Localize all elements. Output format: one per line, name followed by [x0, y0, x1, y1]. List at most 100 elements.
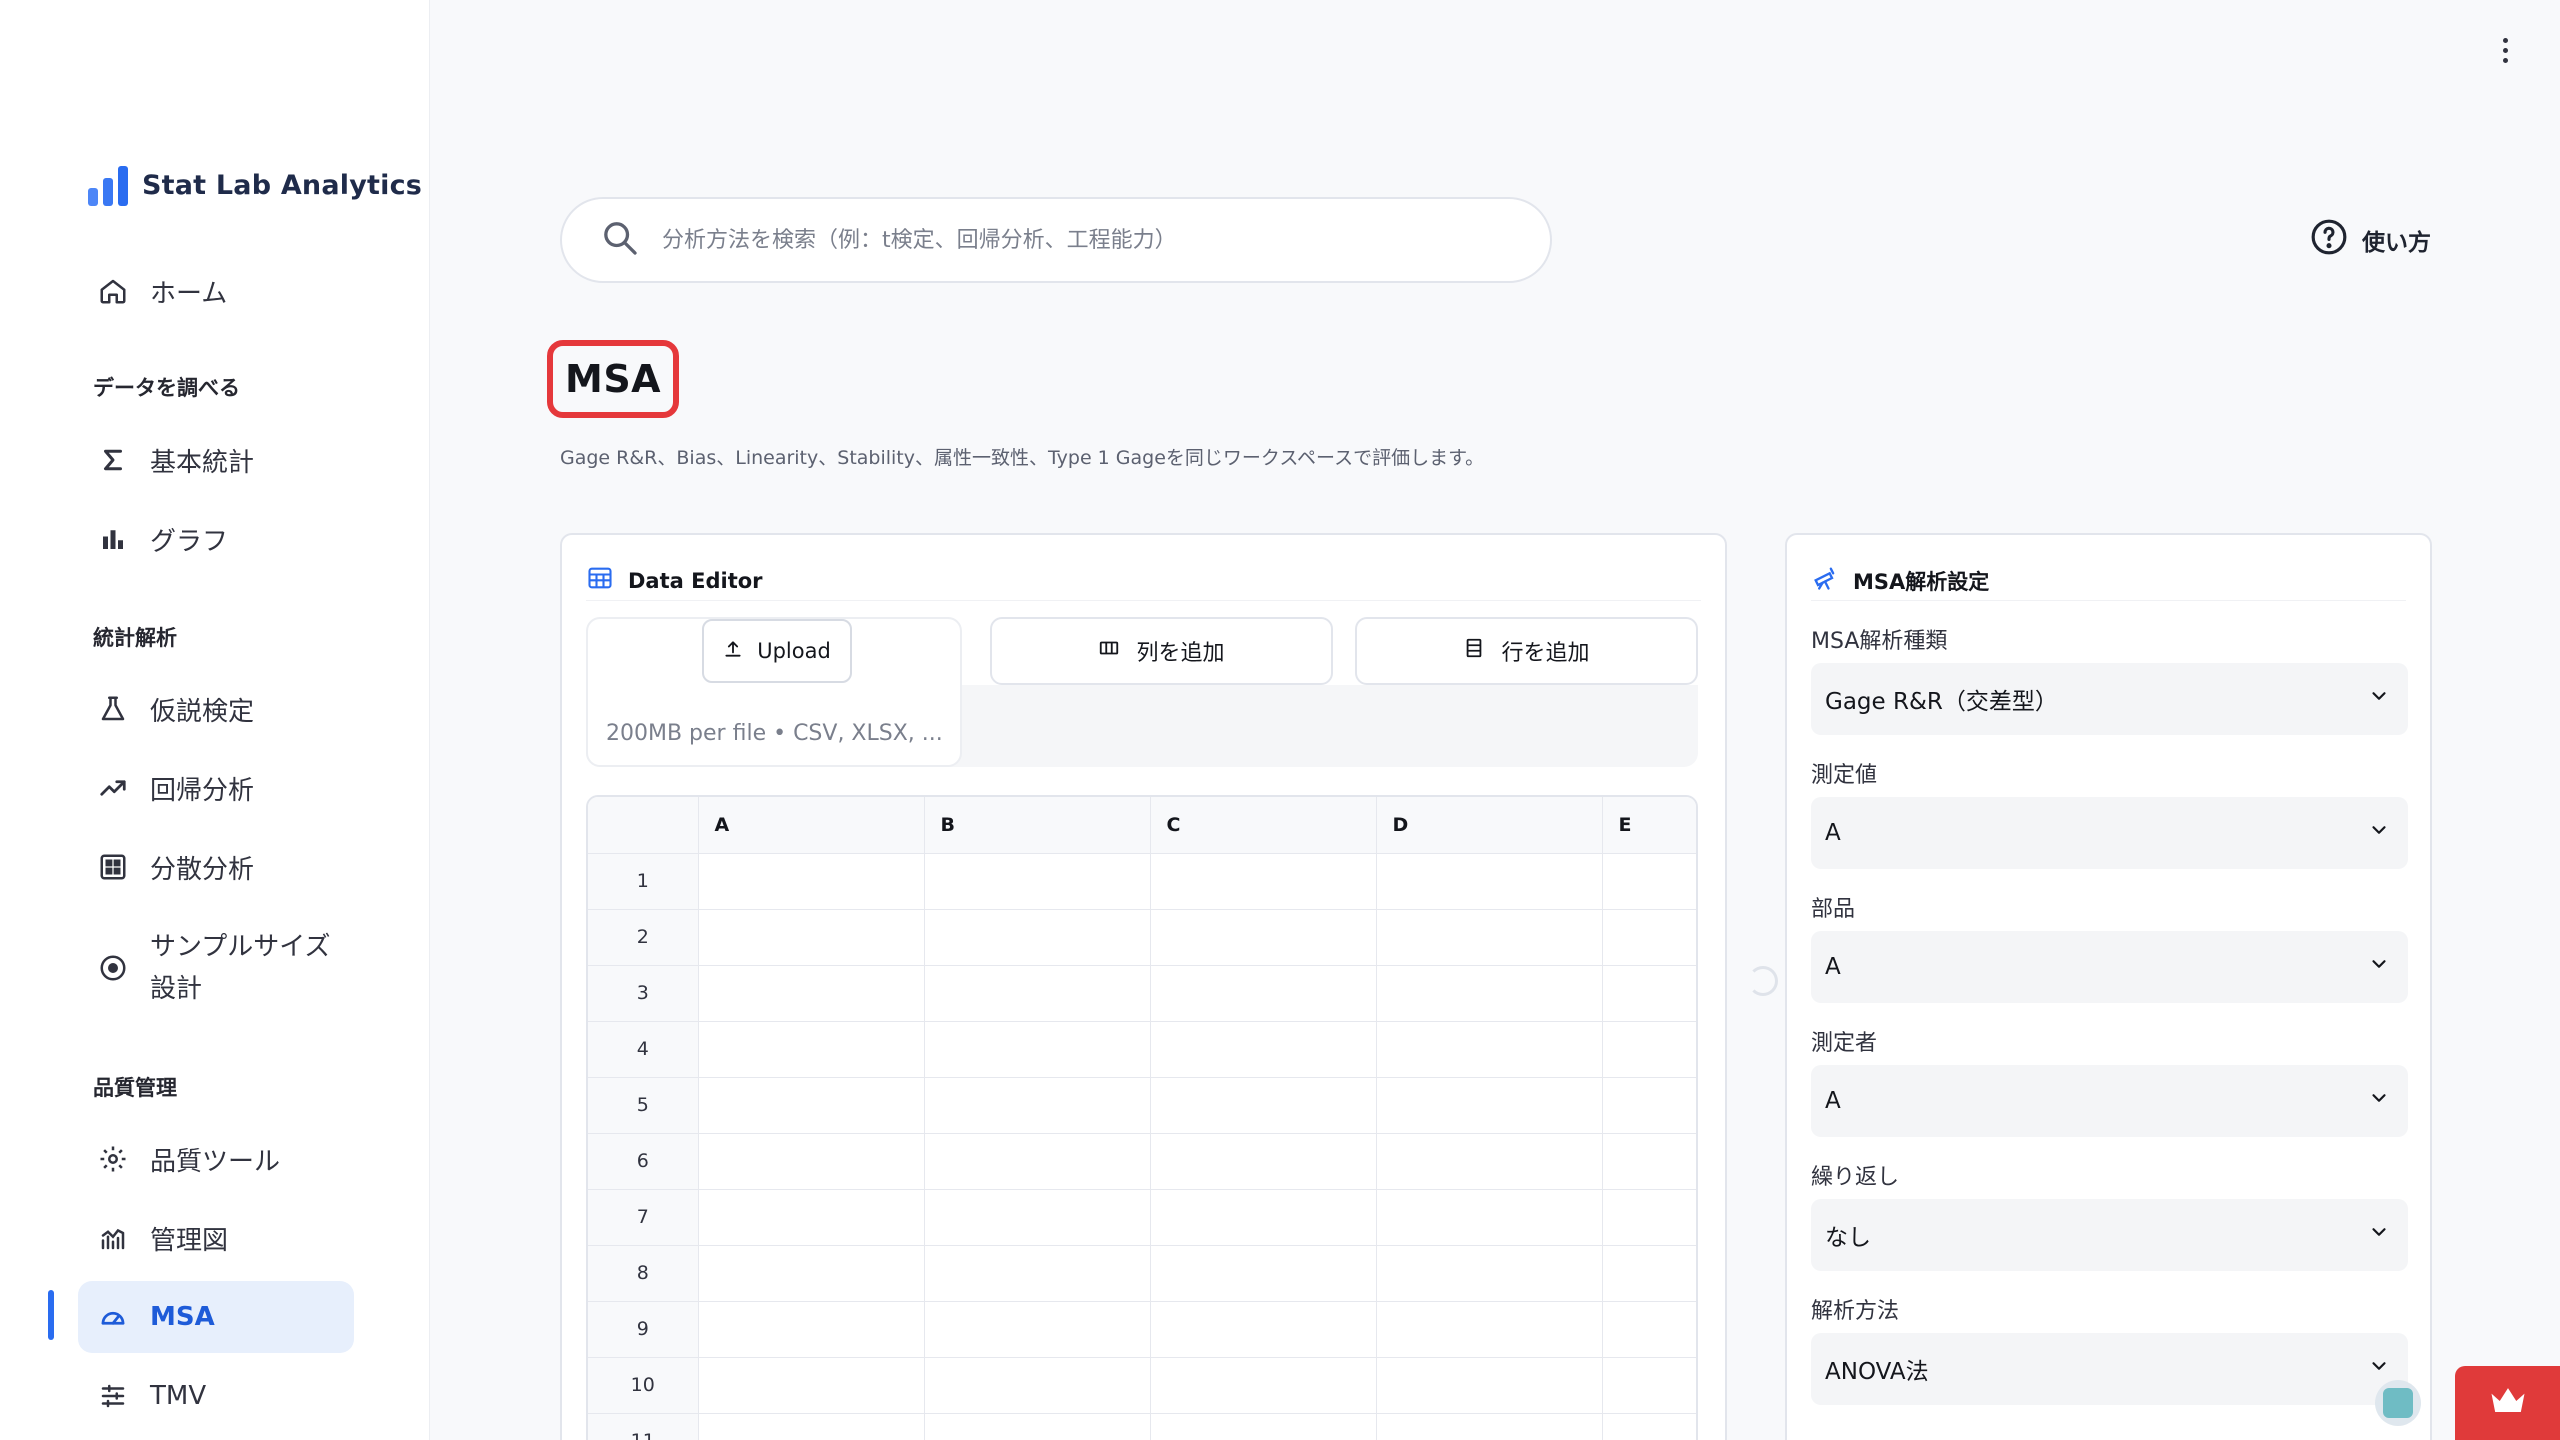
column-header[interactable]: D — [1376, 797, 1603, 854]
table-cell[interactable] — [924, 1301, 1151, 1358]
assistant-avatar-icon[interactable] — [2375, 1380, 2421, 1426]
grid-corner[interactable] — [588, 797, 699, 854]
table-cell[interactable] — [698, 1413, 925, 1440]
table-cell[interactable] — [1602, 1133, 1696, 1190]
table-cell[interactable] — [698, 1077, 925, 1134]
data-grid[interactable]: A B C D E 1234567891011 — [586, 795, 1698, 1440]
sidebar-item-control-chart[interactable]: 管理図 — [78, 1202, 354, 1274]
table-cell[interactable] — [1376, 1301, 1603, 1358]
sidebar-item-tmv[interactable]: TMV — [78, 1360, 354, 1432]
table-cell[interactable] — [1376, 1413, 1603, 1440]
table-cell[interactable] — [698, 853, 925, 910]
table-cell[interactable] — [924, 1245, 1151, 1302]
table-cell[interactable] — [1376, 909, 1603, 966]
brand[interactable]: Stat Lab Analytics — [88, 164, 422, 206]
table-cell[interactable] — [924, 853, 1151, 910]
sidebar-item-basic-stats[interactable]: 基本統計 — [78, 424, 354, 496]
sidebar-item-regression[interactable]: 回帰分析 — [78, 752, 354, 824]
row-number[interactable]: 1 — [588, 853, 699, 910]
sidebar-item-anova[interactable]: 分散分析 — [78, 831, 354, 903]
row-number[interactable]: 4 — [588, 1021, 699, 1078]
table-cell[interactable] — [1376, 1189, 1603, 1246]
more-menu-icon[interactable] — [2490, 30, 2520, 70]
table-cell[interactable] — [1376, 853, 1603, 910]
msa-type-select[interactable]: Gage R&R（交差型） — [1811, 663, 2408, 735]
add-column-button[interactable]: 列を追加 — [990, 617, 1333, 685]
row-number[interactable]: 8 — [588, 1245, 699, 1302]
table-cell[interactable] — [1150, 909, 1377, 966]
table-cell[interactable] — [924, 1357, 1151, 1414]
table-cell[interactable] — [1150, 1357, 1377, 1414]
row-number[interactable]: 11 — [588, 1413, 699, 1440]
table-cell[interactable] — [924, 1077, 1151, 1134]
table-cell[interactable] — [924, 1189, 1151, 1246]
table-cell[interactable] — [698, 1357, 925, 1414]
table-cell[interactable] — [924, 1413, 1151, 1440]
repeat-select[interactable]: なし — [1811, 1199, 2408, 1271]
table-cell[interactable] — [1602, 1189, 1696, 1246]
table-cell[interactable] — [1602, 965, 1696, 1022]
table-cell[interactable] — [1376, 1021, 1603, 1078]
file-upload-dropzone[interactable]: Upload 200MB per file • CSV, XLSX, ... — [586, 617, 962, 767]
table-cell[interactable] — [924, 1021, 1151, 1078]
table-cell[interactable] — [1602, 1357, 1696, 1414]
row-number[interactable]: 6 — [588, 1133, 699, 1190]
table-cell[interactable] — [698, 1133, 925, 1190]
method-select[interactable]: ANOVA法 — [1811, 1333, 2408, 1405]
table-cell[interactable] — [1602, 853, 1696, 910]
table-cell[interactable] — [924, 965, 1151, 1022]
column-header[interactable]: E — [1602, 797, 1696, 854]
table-cell[interactable] — [1150, 1413, 1377, 1440]
column-header[interactable]: C — [1150, 797, 1377, 854]
table-cell[interactable] — [1602, 1413, 1696, 1440]
add-row-button[interactable]: 行を追加 — [1355, 617, 1698, 685]
table-cell[interactable] — [1376, 1357, 1603, 1414]
table-cell[interactable] — [698, 1301, 925, 1358]
part-select[interactable]: A — [1811, 931, 2408, 1003]
row-number[interactable]: 7 — [588, 1189, 699, 1246]
measurement-select[interactable]: A — [1811, 797, 2408, 869]
table-cell[interactable] — [1602, 909, 1696, 966]
table-cell[interactable] — [1602, 1301, 1696, 1358]
table-cell[interactable] — [924, 1133, 1151, 1190]
table-cell[interactable] — [1376, 965, 1603, 1022]
table-cell[interactable] — [924, 909, 1151, 966]
search-input[interactable] — [662, 227, 1550, 253]
column-header[interactable]: B — [924, 797, 1151, 854]
help-button[interactable]: 使い方 — [2310, 218, 2431, 262]
table-cell[interactable] — [1150, 1133, 1377, 1190]
table-cell[interactable] — [1602, 1021, 1696, 1078]
row-number[interactable]: 9 — [588, 1301, 699, 1358]
row-number[interactable]: 3 — [588, 965, 699, 1022]
table-cell[interactable] — [1150, 1021, 1377, 1078]
table-cell[interactable] — [1150, 965, 1377, 1022]
table-cell[interactable] — [1376, 1077, 1603, 1134]
table-cell[interactable] — [1376, 1245, 1603, 1302]
upload-button[interactable]: Upload — [702, 619, 852, 683]
row-number[interactable]: 5 — [588, 1077, 699, 1134]
table-cell[interactable] — [1150, 1301, 1377, 1358]
table-cell[interactable] — [1602, 1077, 1696, 1134]
column-header[interactable]: A — [698, 797, 925, 854]
sidebar-item-msa[interactable]: MSA — [78, 1281, 354, 1353]
sidebar-item-quality-tools[interactable]: 品質ツール — [78, 1123, 354, 1195]
table-cell[interactable] — [698, 1245, 925, 1302]
table-cell[interactable] — [698, 965, 925, 1022]
row-number[interactable]: 2 — [588, 909, 699, 966]
operator-select[interactable]: A — [1811, 1065, 2408, 1137]
table-cell[interactable] — [698, 909, 925, 966]
table-cell[interactable] — [1376, 1133, 1603, 1190]
table-cell[interactable] — [698, 1189, 925, 1246]
table-cell[interactable] — [1150, 853, 1377, 910]
sidebar-item-home[interactable]: ホーム — [78, 255, 354, 327]
crown-fab-button[interactable] — [2455, 1366, 2560, 1440]
row-number[interactable]: 10 — [588, 1357, 699, 1414]
table-cell[interactable] — [1602, 1245, 1696, 1302]
table-cell[interactable] — [1150, 1245, 1377, 1302]
sidebar-item-hypothesis[interactable]: 仮説検定 — [78, 673, 354, 745]
sidebar-item-sample-size[interactable]: サンプルサイズ 設計 — [78, 922, 354, 1014]
table-cell[interactable] — [1150, 1077, 1377, 1134]
sidebar-item-graph[interactable]: グラフ — [78, 503, 354, 575]
table-cell[interactable] — [698, 1021, 925, 1078]
table-cell[interactable] — [1150, 1189, 1377, 1246]
